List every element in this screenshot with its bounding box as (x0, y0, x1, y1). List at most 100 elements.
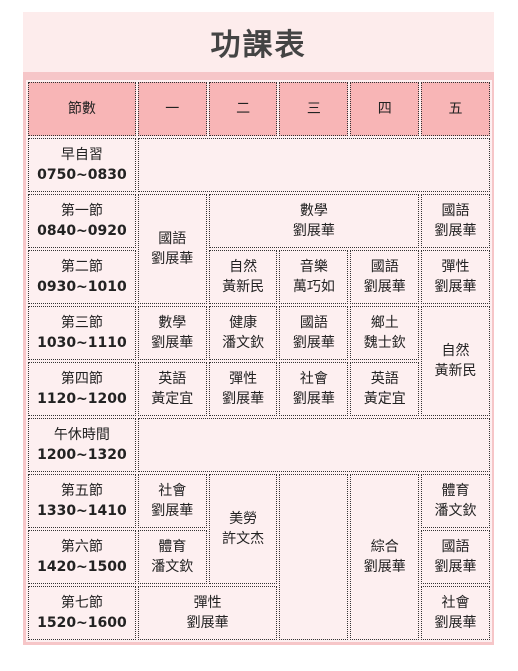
period-time: 0930~1010 (37, 279, 127, 295)
teacher: 劉展華 (151, 251, 194, 267)
period-name: 第四節 (60, 371, 103, 387)
period-name: 第七節 (60, 595, 103, 611)
timetable: 節數 一 二 三 四 五 早自習 0750~0830 第一節 0840~0920… (26, 80, 492, 642)
teacher: 劉展華 (434, 223, 477, 239)
teacher: 劉展華 (434, 615, 477, 631)
subject: 鄉土 (370, 315, 399, 331)
period-time: 1200~1320 (37, 447, 127, 463)
subject: 彈性 (441, 259, 470, 275)
period-name: 早自習 (60, 147, 103, 163)
class-cell: 社會 劉展華 (137, 474, 207, 528)
subject: 美勞 (229, 511, 258, 527)
teacher: 劉展華 (363, 279, 406, 295)
class-cell: 國語 劉展華 (421, 194, 490, 248)
class-cell: 彈性 劉展華 (421, 250, 490, 304)
class-cell: 國語 劉展華 (279, 306, 349, 360)
subject: 英語 (158, 371, 187, 387)
period-name: 第二節 (60, 259, 103, 275)
header-fri: 五 (421, 82, 490, 136)
empty-cell (137, 138, 490, 192)
teacher: 黃定宜 (151, 391, 194, 407)
class-cell: 美勞 許文杰 (208, 474, 278, 584)
table-row: 第二節 0930~1010 自然 黃新民 音樂 萬巧如 國語 劉展華 彈性 劉展… (28, 250, 490, 304)
period-cell: 第五節 1330~1410 (28, 474, 136, 528)
period-time: 1120~1200 (37, 391, 127, 407)
class-cell: 自然 黃新民 (421, 306, 490, 416)
subject: 國語 (299, 315, 328, 331)
subject: 綜合 (370, 539, 399, 555)
teacher: 劉展華 (186, 615, 229, 631)
subject: 社會 (299, 371, 328, 387)
table-row: 第五節 1330~1410 社會 劉展華 美勞 許文杰 綜合 劉展華 體育 潘文… (28, 474, 490, 640)
class-cell: 體育 潘文欽 (421, 474, 490, 528)
teacher: 潘文欽 (151, 559, 194, 575)
subject: 數學 (158, 315, 187, 331)
period-time: 1520~1600 (37, 615, 127, 631)
period-cell: 第三節 1030~1110 (28, 306, 136, 360)
class-cell: 彈性 劉展華 (208, 362, 278, 416)
period-time: 0840~0920 (37, 223, 127, 239)
subject: 國語 (370, 259, 399, 275)
class-cell: 自然 黃新民 (208, 250, 278, 304)
subject: 音樂 (299, 259, 328, 275)
subject: 體育 (158, 539, 187, 555)
table-row: 午休時間 1200~1320 (28, 418, 490, 472)
class-cell: 英語 黃定宜 (350, 362, 420, 416)
teacher: 劉展華 (151, 503, 194, 519)
teacher: 黃新民 (222, 279, 265, 295)
period-time: 1030~1110 (37, 335, 127, 351)
period-name: 午休時間 (53, 427, 110, 443)
period-name: 第三節 (60, 315, 103, 331)
header-mon: 一 (137, 82, 207, 136)
teacher: 劉展華 (151, 335, 194, 351)
subject: 國語 (441, 539, 470, 555)
subject: 體育 (441, 483, 470, 499)
header-wed: 三 (279, 82, 349, 136)
subject: 彈性 (229, 371, 258, 387)
empty-cell (279, 474, 349, 640)
period-cell: 第二節 0930~1010 (28, 250, 136, 304)
header-period: 節數 (28, 82, 136, 136)
class-cell: 綜合 劉展華 (350, 474, 420, 640)
class-cell: 體育 潘文欽 (137, 530, 207, 584)
table-row: 第七節 1520~1600 彈性 劉展華 社會 劉展華 (28, 586, 490, 640)
class-cell: 健康 潘文欽 (208, 306, 278, 360)
subject: 社會 (158, 483, 187, 499)
subject: 國語 (441, 203, 470, 219)
empty-cell (137, 418, 490, 472)
teacher: 劉展華 (222, 391, 265, 407)
period-name: 第五節 (60, 483, 103, 499)
subject: 英語 (370, 371, 399, 387)
teacher: 劉展華 (292, 335, 335, 351)
teacher: 潘文欽 (434, 503, 477, 519)
class-cell: 國語 劉展華 (137, 194, 207, 304)
subject: 自然 (229, 259, 258, 275)
subject: 自然 (441, 343, 470, 359)
period-cell: 午休時間 1200~1320 (28, 418, 136, 472)
class-cell: 社會 劉展華 (279, 362, 349, 416)
table-row: 第一節 0840~0920 國語 劉展華 數學 劉展華 國語 劉展華 (28, 194, 490, 304)
teacher: 劉展華 (363, 559, 406, 575)
class-cell: 社會 劉展華 (421, 586, 490, 640)
teacher: 黃新民 (434, 363, 477, 379)
period-time: 0750~0830 (37, 167, 127, 183)
teacher: 魏士欽 (363, 335, 406, 351)
teacher: 萬巧如 (292, 279, 335, 295)
teacher: 劉展華 (434, 279, 477, 295)
header-thu: 四 (350, 82, 420, 136)
teacher: 劉展華 (434, 559, 477, 575)
class-cell: 音樂 萬巧如 (279, 250, 349, 304)
header-tue: 二 (208, 82, 278, 136)
period-time: 1330~1410 (37, 503, 127, 519)
teacher: 許文杰 (222, 531, 265, 547)
period-name: 第六節 (60, 539, 103, 555)
class-cell: 數學 劉展華 (208, 194, 420, 248)
subject: 數學 (299, 203, 328, 219)
class-cell: 英語 黃定宜 (137, 362, 207, 416)
subject: 彈性 (193, 595, 222, 611)
teacher: 黃定宜 (363, 391, 406, 407)
teacher: 劉展華 (292, 223, 335, 239)
subject: 國語 (158, 231, 187, 247)
period-cell: 第四節 1120~1200 (28, 362, 136, 416)
period-cell: 第七節 1520~1600 (28, 586, 136, 640)
